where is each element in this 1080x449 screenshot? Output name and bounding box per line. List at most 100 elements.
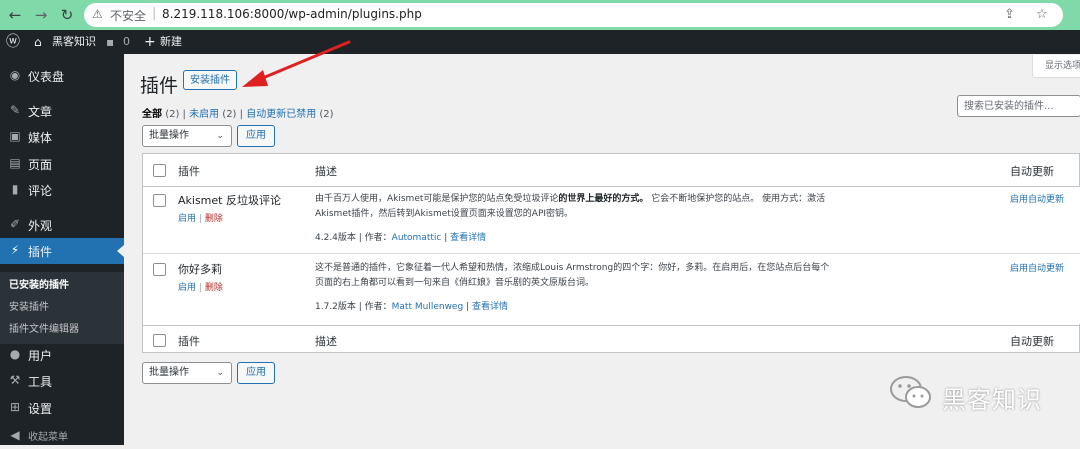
browser-toolbar: ← → ↻ ⚠ 不安全 | 8.219.118.106:8000/wp-admi… xyxy=(0,0,1080,30)
pin-icon: ✎ xyxy=(9,103,21,117)
menu-label: 工具 xyxy=(28,375,53,389)
select-all-checkbox-footer[interactable] xyxy=(153,334,166,347)
submenu-add-plugin[interactable]: 安装插件 xyxy=(9,298,49,313)
enable-auto-update-link[interactable]: 启用自动更新 xyxy=(1010,192,1064,205)
active-indicator xyxy=(117,245,124,257)
column-description: 描述 xyxy=(315,165,337,178)
action-separator: | xyxy=(198,283,202,293)
plugin-meta: 4.2.4版本 | 作者：Automattic | 查看详情 xyxy=(315,230,486,243)
meta-separator: | xyxy=(466,302,470,312)
bulk-actions-value: 批量操作 xyxy=(149,367,189,378)
menu-collapse[interactable]: ◀ 收起菜单 xyxy=(0,423,124,449)
author-link[interactable]: Automattic xyxy=(392,233,442,243)
home-icon: ⌂ xyxy=(34,35,42,49)
bulk-actions-select-bottom[interactable]: 批量操作 ⌄ xyxy=(142,362,232,384)
page-title: 插件 xyxy=(140,75,179,97)
plugin-name: 你好多莉 xyxy=(178,263,222,276)
version-author-label: 4.2.4版本 | 作者： xyxy=(315,233,392,243)
menu-users[interactable]: ● 用户 xyxy=(0,342,124,368)
address-separator: | xyxy=(152,6,157,21)
menu-label: 文章 xyxy=(28,105,53,119)
plugin-checkbox[interactable] xyxy=(153,263,166,276)
menu-posts[interactable]: ✎ 文章 xyxy=(0,98,124,124)
menu-label: 用户 xyxy=(28,349,53,363)
plugin-icon: ⚡ xyxy=(10,243,20,257)
version-author-label: 1.7.2版本 | 作者： xyxy=(315,302,392,312)
reload-icon[interactable]: ↻ xyxy=(58,6,76,24)
dashboard-icon: ◉ xyxy=(9,68,21,82)
menu-media[interactable]: ▣ 媒体 xyxy=(0,124,124,150)
description-text: 这不是普通的插件，它象征着一代人希望和热情，浓缩成Louis Armstrong… xyxy=(315,263,830,288)
insecure-label: 不安全 xyxy=(110,9,147,23)
activate-link[interactable]: 启用 xyxy=(178,283,196,293)
url-text[interactable]: 8.219.118.106:8000/wp-admin/plugins.php xyxy=(162,7,422,21)
filter-all[interactable]: 全部 xyxy=(142,109,162,120)
site-name-link[interactable]: 黑客知识 xyxy=(52,30,96,54)
view-details-link[interactable]: 查看详情 xyxy=(472,302,508,312)
author-link[interactable]: Matt Mullenweg xyxy=(392,302,464,312)
back-arrow-icon[interactable]: ← xyxy=(6,6,24,24)
new-content-link[interactable]: 新建 xyxy=(160,30,182,54)
plugin-status-filters: 全部 (2) | 未启用 (2) | 自动更新已禁用 (2) xyxy=(142,105,334,120)
submenu-plugin-editor[interactable]: 插件文件编辑器 xyxy=(9,320,79,335)
comments-count[interactable]: 0 xyxy=(123,30,130,54)
submenu-installed-plugins[interactable]: 已安装的插件 xyxy=(9,276,69,291)
menu-dashboard[interactable]: ◉ 仪表盘 xyxy=(0,63,124,89)
select-all-checkbox[interactable] xyxy=(153,164,166,177)
activate-link[interactable]: 启用 xyxy=(178,214,196,224)
menu-tools[interactable]: ⚒ 工具 xyxy=(0,368,124,394)
column-auto-updates: 自动更新 xyxy=(1010,165,1054,178)
filter-auto-update-disabled[interactable]: 自动更新已禁用 xyxy=(246,109,316,120)
plugin-row-actions: 启用 | 删除 xyxy=(178,280,223,293)
column-plugin: 插件 xyxy=(178,165,200,178)
screen-options-button[interactable]: 显示选项 xyxy=(1032,55,1080,78)
delete-link[interactable]: 删除 xyxy=(205,214,223,224)
collapse-icon: ◀ xyxy=(10,428,20,442)
menu-label: 插件 xyxy=(28,245,53,259)
address-bar[interactable]: ⚠ 不安全 | 8.219.118.106:8000/wp-admin/plug… xyxy=(84,3,1063,27)
share-icon[interactable]: ⇪ xyxy=(1004,7,1015,22)
action-separator: | xyxy=(198,214,202,224)
menu-pages[interactable]: ▤ 页面 xyxy=(0,151,124,177)
plugin-search-input[interactable]: 搜索已安装的插件... xyxy=(957,95,1080,117)
star-icon[interactable]: ☆ xyxy=(1036,7,1048,22)
plugin-description: 这不是普通的插件，它象征着一代人希望和热情，浓缩成Louis Armstrong… xyxy=(315,261,835,291)
forward-arrow-icon[interactable]: → xyxy=(32,6,50,24)
plugins-table: 插件 描述 自动更新 Akismet 反垃圾评论 启用 | 删除 由千百万人使用… xyxy=(142,153,1080,353)
filter-inactive[interactable]: 未启用 xyxy=(189,109,219,120)
menu-label: 收起菜单 xyxy=(28,432,68,443)
filter-separator: | xyxy=(239,109,244,120)
menu-appearance[interactable]: ✐ 外观 xyxy=(0,212,124,238)
menu-settings[interactable]: ⊞ 设置 xyxy=(0,395,124,421)
delete-link[interactable]: 删除 xyxy=(205,283,223,293)
menu-label: 外观 xyxy=(28,219,53,233)
menu-label: 页面 xyxy=(28,158,53,172)
column-auto-updates-footer: 自动更新 xyxy=(1010,335,1054,348)
plugin-name: Akismet 反垃圾评论 xyxy=(178,194,281,207)
filter-inactive-count: (2) xyxy=(222,109,237,120)
view-details-link[interactable]: 查看详情 xyxy=(450,233,486,243)
plugin-row-actions: 启用 | 删除 xyxy=(178,211,223,224)
apply-button-top[interactable]: 应用 xyxy=(237,125,275,147)
apply-button-bottom[interactable]: 应用 xyxy=(237,362,275,384)
table-footer: 插件 描述 自动更新 xyxy=(143,325,1080,354)
comment-bubble-icon[interactable]: ▪ xyxy=(106,30,114,54)
table-header: 插件 描述 自动更新 xyxy=(143,154,1080,187)
menu-label: 媒体 xyxy=(28,131,53,145)
user-icon: ● xyxy=(9,347,21,361)
bulk-actions-select-top[interactable]: 批量操作 ⌄ xyxy=(142,125,232,147)
menu-label: 设置 xyxy=(28,402,53,416)
menu-label: 仪表盘 xyxy=(28,70,65,84)
menu-plugins[interactable]: ⚡ 插件 xyxy=(0,238,124,264)
menu-comments[interactable]: ▮ 评论 xyxy=(0,177,124,203)
plugin-meta: 1.7.2版本 | 作者：Matt Mullenweg | 查看详情 xyxy=(315,299,508,312)
description-bold: 的世界上最好的方式。 xyxy=(558,194,649,204)
enable-auto-update-link[interactable]: 启用自动更新 xyxy=(1010,261,1064,274)
add-plugin-button[interactable]: 安装插件 xyxy=(183,70,237,90)
admin-bar: ⓦ ⌂ 黑客知识 ▪ 0 + 新建 xyxy=(0,30,1080,54)
wordpress-logo-icon[interactable]: ⓦ xyxy=(6,30,20,54)
chevron-down-icon: ⌄ xyxy=(216,368,224,378)
wrench-icon: ⚒ xyxy=(9,373,21,387)
plugin-checkbox[interactable] xyxy=(153,194,166,207)
column-description-footer: 描述 xyxy=(315,335,337,348)
